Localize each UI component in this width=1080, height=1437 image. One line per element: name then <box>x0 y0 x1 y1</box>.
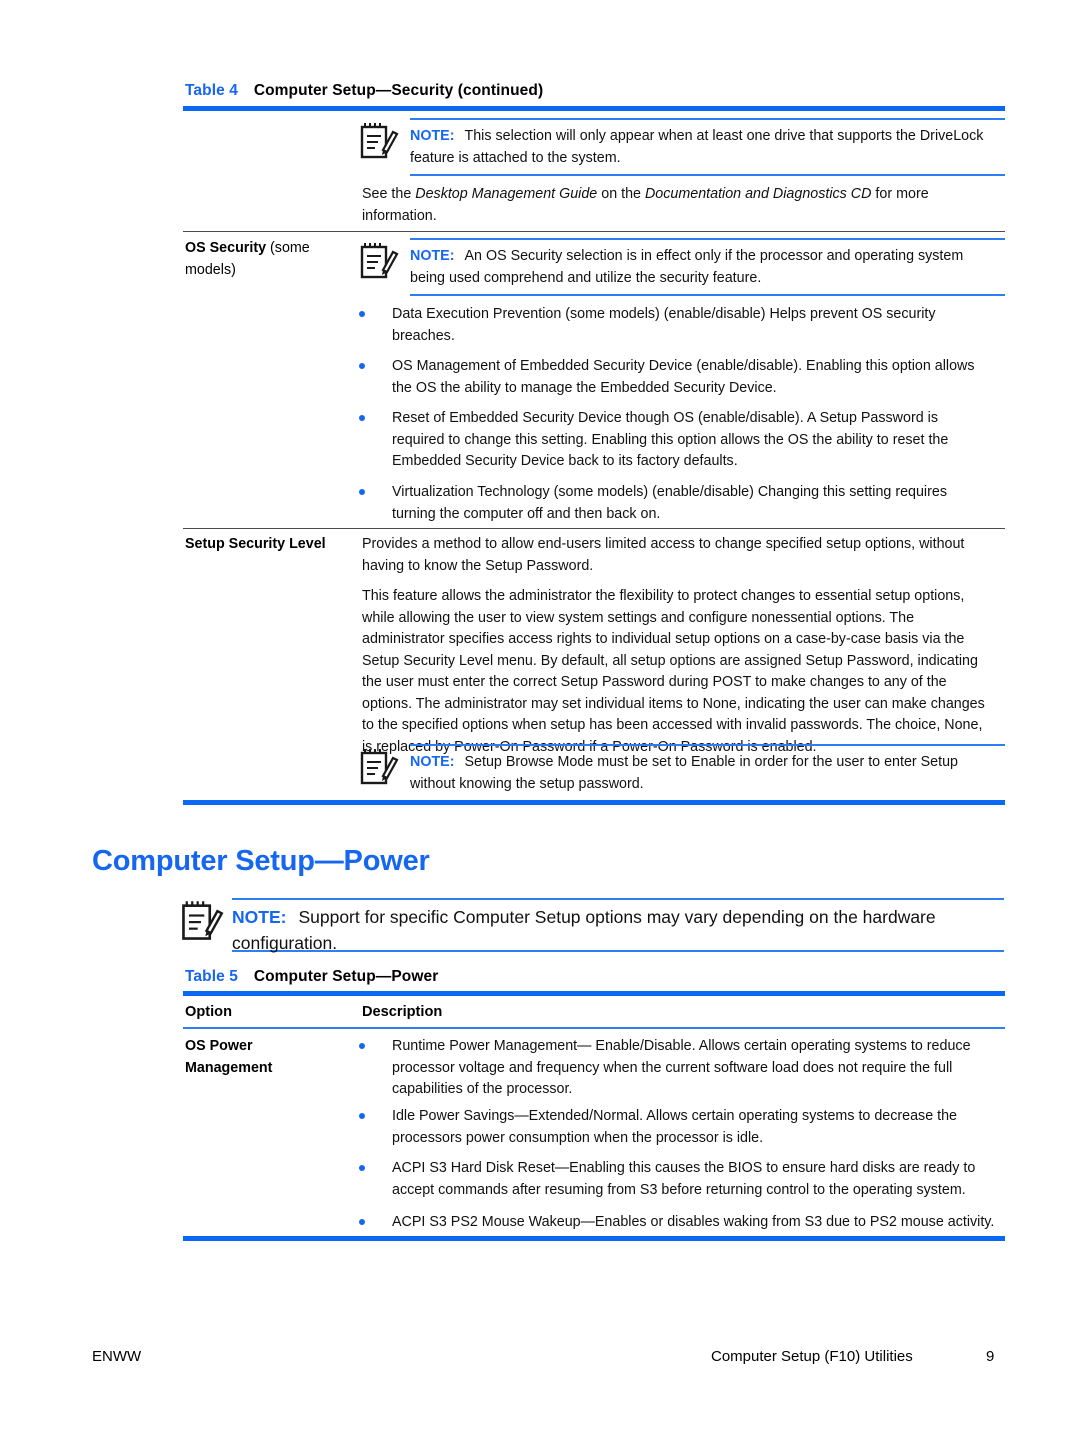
note-pencil-icon <box>357 240 399 287</box>
bullet-marker <box>359 1165 365 1171</box>
note-top-rule <box>410 744 1005 746</box>
table5-caption-title: Computer Setup—Power <box>253 968 439 985</box>
note-top-rule <box>232 898 1004 900</box>
bullet-marker <box>359 489 365 495</box>
option-bold-text: Setup Security Level <box>185 536 326 552</box>
see-guide-italic-1: Desktop Management Guide <box>415 186 598 202</box>
note-body: This selection will only appear when at … <box>410 128 984 166</box>
bullet-marker <box>359 1219 365 1225</box>
see-guide-paragraph: See the Desktop Management Guide on the … <box>362 184 962 227</box>
table4-row-divider-2 <box>183 528 1005 529</box>
note-support-varies-text: NOTE: Support for specific Computer Setup… <box>232 904 1000 956</box>
table4-caption: Table 4 Computer Setup—Security (continu… <box>185 82 543 100</box>
note-pencil-icon <box>357 746 399 793</box>
table5-caption: Table 5 Computer Setup—Power <box>185 968 438 986</box>
bullet-marker <box>359 415 365 421</box>
table5-row-1-bullet-2: Idle Power Savings—Extended/Normal. Allo… <box>392 1108 958 1146</box>
table5-top-rule <box>183 991 1005 996</box>
bullet-marker <box>359 1113 365 1119</box>
bullet-marker <box>359 1043 365 1049</box>
table4-bottom-rule <box>183 800 1005 805</box>
note-label: NOTE: <box>410 754 455 770</box>
table5-row-1-option: OS Power Management <box>185 1036 350 1079</box>
note-body: Setup Browse Mode must be set to Enable … <box>410 754 959 792</box>
option-bold-text: OS Security <box>185 240 267 256</box>
note-top-rule <box>410 118 1005 120</box>
table4-row-2-paragraph-2: This feature allows the administrator th… <box>362 588 985 755</box>
table5-row-1-bullet-3: ACPI S3 Hard Disk Reset—Enabling this ca… <box>392 1160 976 1198</box>
table4-caption-number: Table 4 <box>185 82 238 99</box>
note-drivelock-text: NOTE: This selection will only appear whe… <box>410 126 1002 169</box>
note-bottom-rule <box>410 294 1005 296</box>
table5-header-description: Description <box>362 1004 443 1020</box>
table5-row-1-bullet-1: Runtime Power Management— Enable/Disable… <box>392 1038 971 1097</box>
footer-page-number: 9 <box>986 1348 995 1365</box>
table5-row-1-bullet-4: ACPI S3 PS2 Mouse Wakeup—Enables or disa… <box>392 1214 995 1230</box>
document-page: Table 4 Computer Setup—Security (continu… <box>0 0 1080 1437</box>
option-line-2: Management <box>185 1059 273 1076</box>
note-setup-browse-text: NOTE: Setup Browse Mode must be set to En… <box>410 752 1002 795</box>
note-os-security-text: NOTE: An OS Security selection is in effe… <box>410 246 1002 289</box>
table4-row-1-bullet-4: Virtualization Technology (some models) … <box>392 484 947 522</box>
note-pencil-icon <box>178 898 224 949</box>
table4-top-rule <box>183 106 1005 111</box>
note-body: An OS Security selection is in effect on… <box>410 248 964 286</box>
table4-row-1-bullet-2: OS Management of Embedded Security Devic… <box>392 358 975 396</box>
table5-caption-number: Table 5 <box>185 968 238 985</box>
footer-right-label: Computer Setup (F10) Utilities <box>711 1348 913 1365</box>
table5-header-rule <box>183 1027 1005 1029</box>
note-bottom-rule <box>410 174 1005 176</box>
see-guide-italic-2: Documentation and Diagnostics CD <box>644 186 872 202</box>
table4-row-1-option: OS Security (some models) <box>185 238 345 281</box>
footer-left-label: ENWW <box>92 1348 142 1365</box>
note-label: NOTE: <box>410 128 455 144</box>
note-top-rule <box>410 238 1005 240</box>
note-body: Support for specific Computer Setup opti… <box>232 907 936 953</box>
bullet-marker <box>359 311 365 317</box>
note-pencil-icon <box>357 120 399 167</box>
table4-row-divider-1 <box>183 231 1005 232</box>
table5-header-option: Option <box>185 1004 233 1020</box>
note-label: NOTE: <box>410 248 455 264</box>
table4-row-2-option: Setup Security Level <box>185 534 350 556</box>
note-label: NOTE: <box>232 907 287 927</box>
table4-row-1-bullet-1: Data Execution Prevention (some models) … <box>392 306 936 344</box>
table4-row-1-bullet-3: Reset of Embedded Security Device though… <box>392 410 949 469</box>
table4-row-2-paragraph-1: Provides a method to allow end-users lim… <box>362 536 965 574</box>
table4-caption-title: Computer Setup—Security (continued) <box>253 82 544 99</box>
section-heading-computer-setup-power: Computer Setup—Power <box>92 845 430 877</box>
option-line-1: OS Power <box>185 1038 253 1054</box>
bullet-marker <box>359 363 365 369</box>
see-guide-mid: on the <box>597 186 645 202</box>
table5-bottom-rule <box>183 1236 1005 1241</box>
see-guide-pre: See the <box>362 186 416 202</box>
